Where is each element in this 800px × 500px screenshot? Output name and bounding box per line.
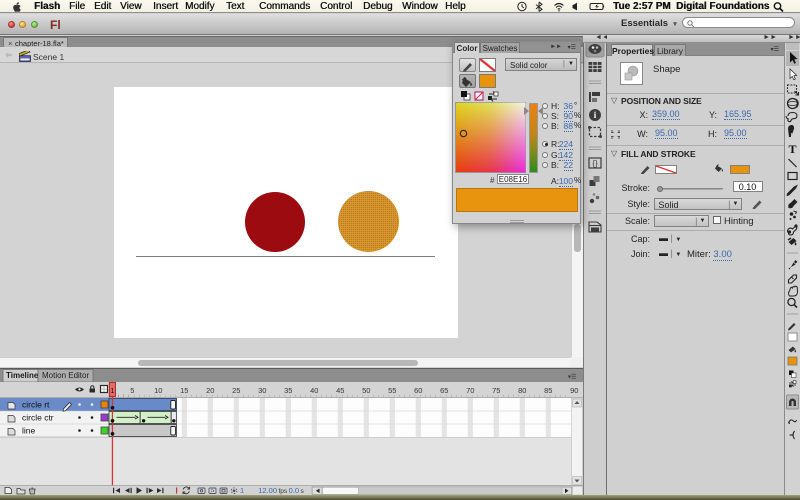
svg-text:70: 70	[466, 386, 474, 395]
svg-text:5: 5	[130, 386, 134, 395]
svg-text:15: 15	[180, 386, 188, 395]
svg-text:50: 50	[362, 386, 370, 395]
svg-text:25: 25	[232, 386, 240, 395]
svg-text:35: 35	[284, 386, 292, 395]
svg-text:line: line	[22, 426, 36, 436]
svg-text:45: 45	[336, 386, 344, 395]
svg-text:20: 20	[206, 386, 214, 395]
svg-text:1: 1	[240, 486, 244, 495]
svg-text:▾☰: ▾☰	[568, 374, 576, 381]
svg-text:T: T	[788, 142, 796, 156]
svg-text:40: 40	[310, 386, 318, 395]
svg-text:circle ctr: circle ctr	[22, 413, 54, 423]
svg-text:12.00: 12.00	[258, 486, 277, 495]
svg-text:55: 55	[388, 386, 396, 395]
svg-text:80: 80	[518, 386, 526, 395]
svg-text:90: 90	[570, 386, 578, 395]
svg-text:60: 60	[414, 386, 422, 395]
svg-text:Motion Editor: Motion Editor	[42, 371, 89, 380]
svg-text:Timeline: Timeline	[6, 371, 39, 380]
svg-text:30: 30	[258, 386, 266, 395]
svg-text:10: 10	[154, 386, 162, 395]
svg-text:65: 65	[440, 386, 448, 395]
svg-text:85: 85	[544, 386, 552, 395]
svg-text:0.0: 0.0	[289, 486, 299, 495]
svg-text:circle rt: circle rt	[22, 400, 50, 410]
svg-text:{}: {}	[592, 159, 598, 168]
svg-text:75: 75	[492, 386, 500, 395]
svg-text:fps: fps	[279, 488, 288, 495]
svg-text:1: 1	[110, 386, 114, 395]
